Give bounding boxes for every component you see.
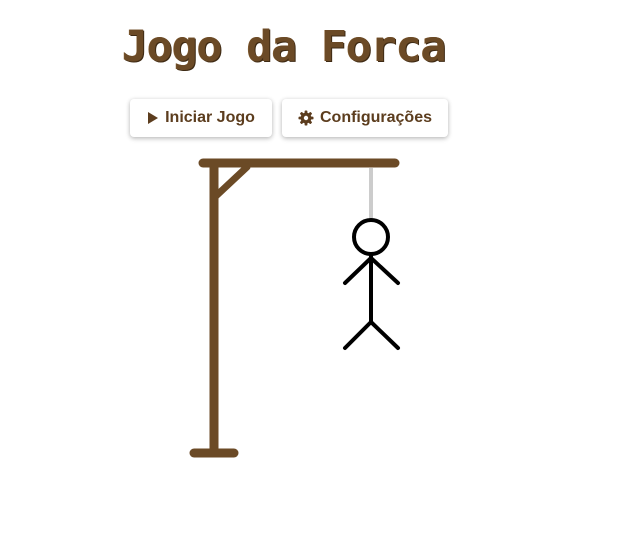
gallows <box>189 158 400 458</box>
figure-left-leg <box>343 320 373 350</box>
figure-right-arm <box>369 256 400 285</box>
hangman-drawing <box>189 158 400 458</box>
gallows-brace <box>212 163 251 200</box>
figure-right-leg <box>369 320 400 350</box>
stick-figure <box>343 218 400 350</box>
figure-left-arm <box>343 256 373 285</box>
figure-head <box>352 218 390 256</box>
